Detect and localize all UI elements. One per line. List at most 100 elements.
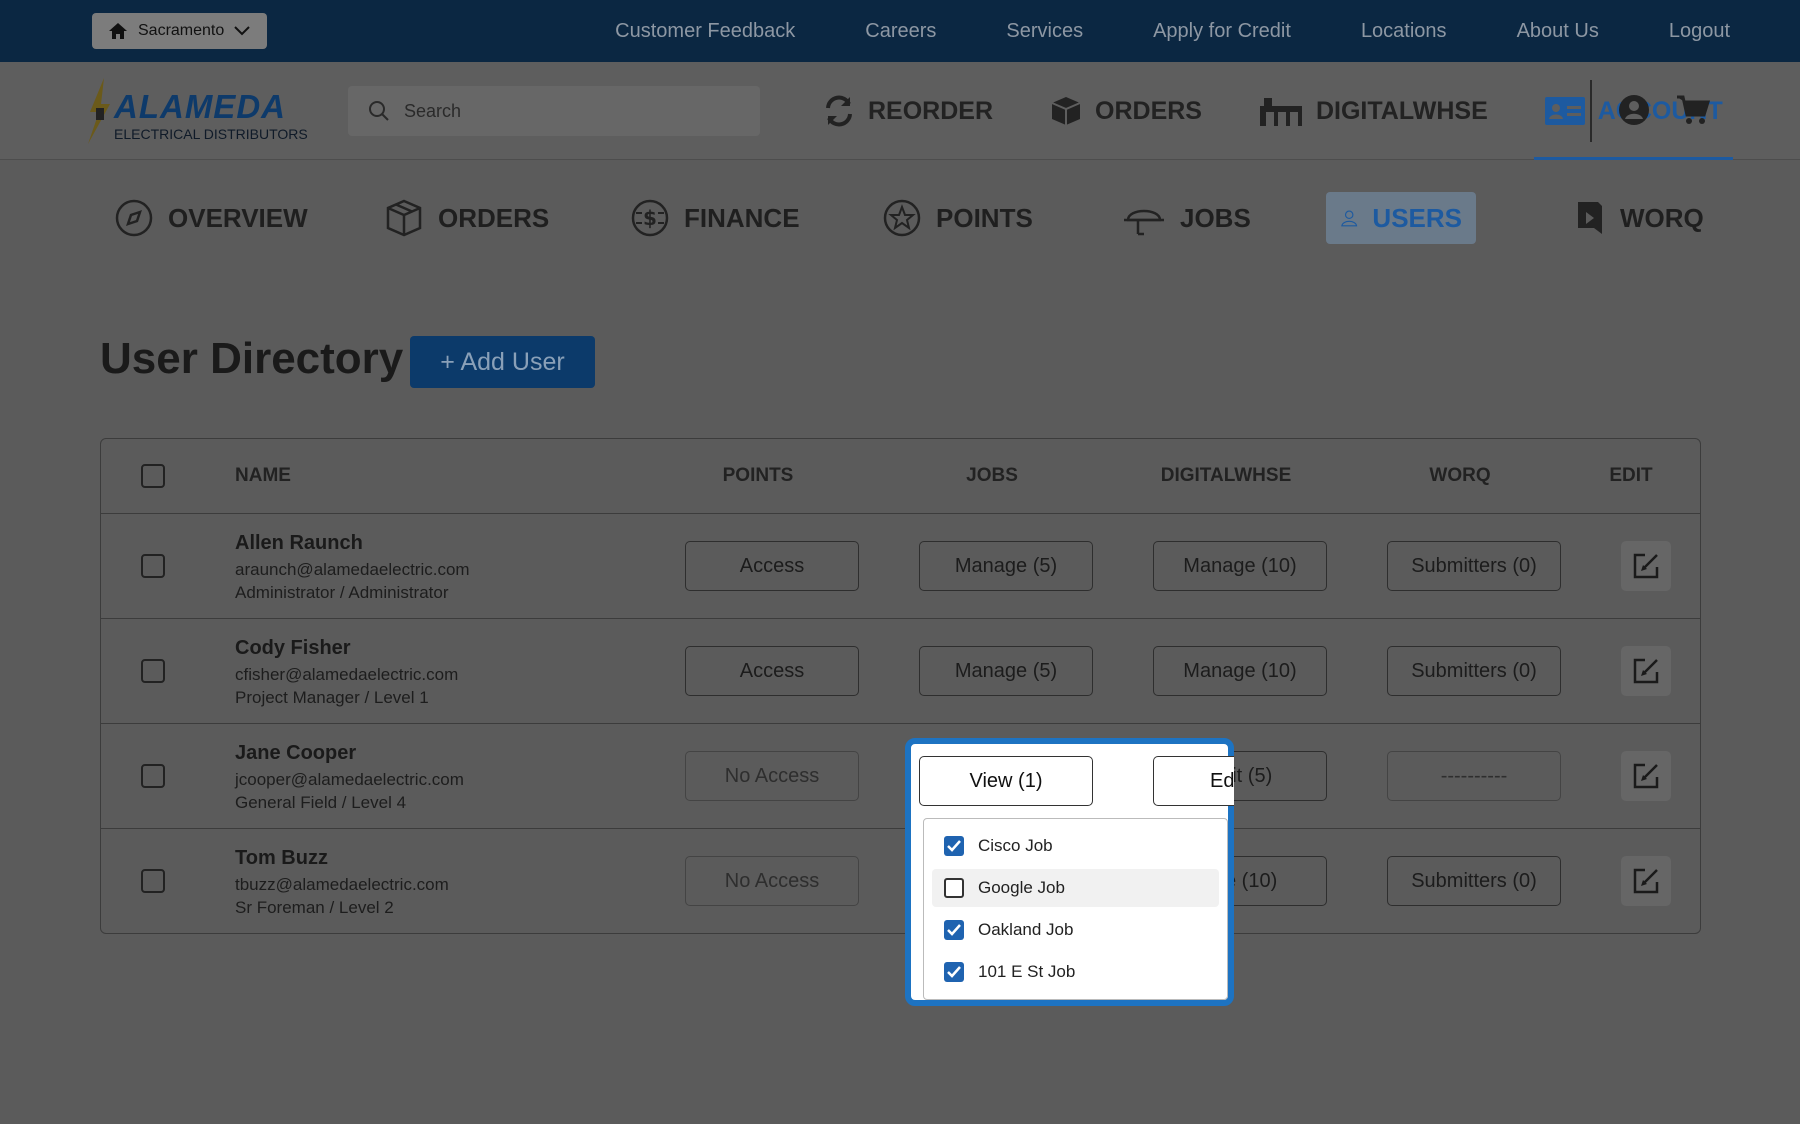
warehouse-icon <box>1259 98 1302 126</box>
checkbox-unchecked[interactable] <box>944 878 964 898</box>
jobs-view-button[interactable]: View (1) <box>919 756 1093 806</box>
checkbox-checked[interactable] <box>944 836 964 856</box>
box-icon <box>386 199 422 237</box>
edit-user-button[interactable] <box>1621 751 1671 801</box>
table-row: Cody Fisher cfisher@alamedaelectric.com … <box>101 619 1700 724</box>
row-checkbox[interactable] <box>141 659 165 683</box>
select-all-checkbox[interactable] <box>141 464 165 488</box>
row-checkbox[interactable] <box>141 764 165 788</box>
main-header: ALAMEDA ELECTRICAL DISTRIBUTORS Search R… <box>0 62 1800 160</box>
subnav-jobs[interactable]: JOBS <box>1108 192 1265 244</box>
link-apply-for-credit[interactable]: Apply for Credit <box>1118 20 1326 43</box>
subnav-worq-label: WORQ <box>1620 202 1704 233</box>
subnav-jobs-label: JOBS <box>1180 202 1251 233</box>
home-icon <box>109 23 127 39</box>
table-row: Jane Cooper jcooper@alamedaelectric.com … <box>101 724 1700 829</box>
hardhat-icon <box>1124 209 1164 236</box>
edit-user-button[interactable] <box>1621 541 1671 591</box>
header-divider <box>1590 80 1592 142</box>
points-access-button[interactable]: Access <box>685 541 859 591</box>
search-icon <box>369 101 389 121</box>
account-subnav: OVERVIEW ORDERS $ FINANCE POINTS JOBS US… <box>0 160 1800 270</box>
points-access-button[interactable]: No Access <box>685 751 859 801</box>
worq-icon <box>1578 202 1602 234</box>
user-role: Project Manager / Level 1 <box>235 688 429 707</box>
points-access-button[interactable]: Access <box>685 646 859 696</box>
user-icon <box>1341 210 1358 227</box>
nav-digitalwhse[interactable]: DIGITALWHSE <box>1248 62 1498 160</box>
user-name: Cody Fisher <box>235 637 351 659</box>
job-option-google[interactable]: Google Job <box>932 869 1219 907</box>
job-option-label: Google Job <box>978 878 1065 897</box>
column-worq: WORQ <box>1429 465 1491 486</box>
job-option-label: Cisco Job <box>978 836 1053 855</box>
top-bar: Sacramento Customer Feedback Careers Ser… <box>0 0 1800 62</box>
worq-submitters-button[interactable]: Submitters (0) <box>1387 541 1561 591</box>
link-services[interactable]: Services <box>971 20 1118 43</box>
job-option-cisco[interactable]: Cisco Job <box>932 827 1219 865</box>
link-about-us[interactable]: About Us <box>1482 20 1634 43</box>
checkbox-checked[interactable] <box>944 962 964 982</box>
subnav-overview[interactable]: OVERVIEW <box>100 192 322 244</box>
link-customer-feedback[interactable]: Customer Feedback <box>580 20 830 43</box>
subnav-users[interactable]: USERS <box>1326 192 1476 244</box>
link-logout[interactable]: Logout <box>1634 20 1730 43</box>
column-jobs: JOBS <box>966 465 1018 486</box>
cart-icon[interactable] <box>1676 94 1710 126</box>
user-table: NAME POINTS JOBS DIGITALWHSE WORQ EDIT A… <box>100 438 1701 934</box>
edit-user-button[interactable] <box>1621 646 1671 696</box>
subnav-finance[interactable]: $ FINANCE <box>616 192 814 244</box>
column-digitalwhse: DIGITALWHSE <box>1160 465 1292 486</box>
subnav-worq[interactable]: WORQ <box>1560 192 1718 244</box>
worq-submitters-button[interactable]: Submitters (0) <box>1387 856 1561 906</box>
logo-subtitle: ELECTRICAL DISTRIBUTORS <box>114 126 308 142</box>
star-icon <box>883 199 921 237</box>
jobs-checklist: Cisco Job Google Job Oakland Job 101 E S… <box>923 818 1228 1000</box>
search-input[interactable]: Search <box>348 86 760 136</box>
jobs-manage-button[interactable]: Manage (5) <box>919 541 1093 591</box>
logo[interactable]: ALAMEDA ELECTRICAL DISTRIBUTORS <box>86 78 308 144</box>
edit-icon <box>1633 868 1659 894</box>
points-access-button[interactable]: No Access <box>685 856 859 906</box>
digitalwhse-manage-button[interactable]: Manage (10) <box>1153 541 1327 591</box>
digitalwhse-edit-button[interactable]: Edit (5) <box>1153 756 1234 806</box>
nav-orders-label: ORDERS <box>1095 96 1202 125</box>
link-careers[interactable]: Careers <box>830 20 971 43</box>
user-circle-icon[interactable] <box>1618 94 1650 126</box>
location-selector[interactable]: Sacramento <box>92 13 267 49</box>
chevron-down-icon <box>234 26 250 36</box>
edit-icon <box>1633 658 1659 684</box>
jobs-manage-button[interactable]: Manage (5) <box>919 646 1093 696</box>
nav-reorder[interactable]: REORDER <box>812 62 1003 160</box>
nav-reorder-label: REORDER <box>868 96 994 125</box>
user-role: Administrator / Administrator <box>235 583 449 602</box>
add-user-button[interactable]: + Add User <box>410 336 595 388</box>
subnav-orders[interactable]: ORDERS <box>370 192 563 244</box>
row-checkbox[interactable] <box>141 869 165 893</box>
id-card-icon <box>1544 97 1585 125</box>
table-header: NAME POINTS JOBS DIGITALWHSE WORQ EDIT <box>101 439 1700 514</box>
worq-submitters-button[interactable]: Submitters (0) <box>1387 646 1561 696</box>
worq-empty-button[interactable]: ---------- <box>1387 751 1561 801</box>
lightning-bolt-icon <box>88 78 110 144</box>
digitalwhse-manage-button[interactable]: Manage (10) <box>1153 646 1327 696</box>
row-checkbox[interactable] <box>141 554 165 578</box>
user-name: Jane Cooper <box>235 742 357 764</box>
box-icon <box>1051 97 1081 125</box>
dollar-icon: $ <box>631 199 669 237</box>
checkbox-checked[interactable] <box>944 920 964 940</box>
job-option-101-e-st[interactable]: 101 E St Job <box>932 953 1219 991</box>
user-name: Allen Raunch <box>235 532 363 554</box>
subnav-points[interactable]: POINTS <box>868 192 1047 244</box>
user-email: araunch@alamedaelectric.com <box>235 560 470 579</box>
edit-icon <box>1633 763 1659 789</box>
nav-orders[interactable]: ORDERS <box>1039 62 1212 160</box>
job-option-oakland[interactable]: Oakland Job <box>932 911 1219 949</box>
table-row: Tom Buzz tbuzz@alamedaelectric.com Sr Fo… <box>101 829 1700 933</box>
subnav-orders-label: ORDERS <box>438 202 550 233</box>
svg-text:$: $ <box>643 206 657 230</box>
edit-user-button[interactable] <box>1621 856 1671 906</box>
user-role: General Field / Level 4 <box>235 793 407 812</box>
logo-brand: ALAMEDA <box>114 88 286 125</box>
link-locations[interactable]: Locations <box>1326 20 1482 43</box>
